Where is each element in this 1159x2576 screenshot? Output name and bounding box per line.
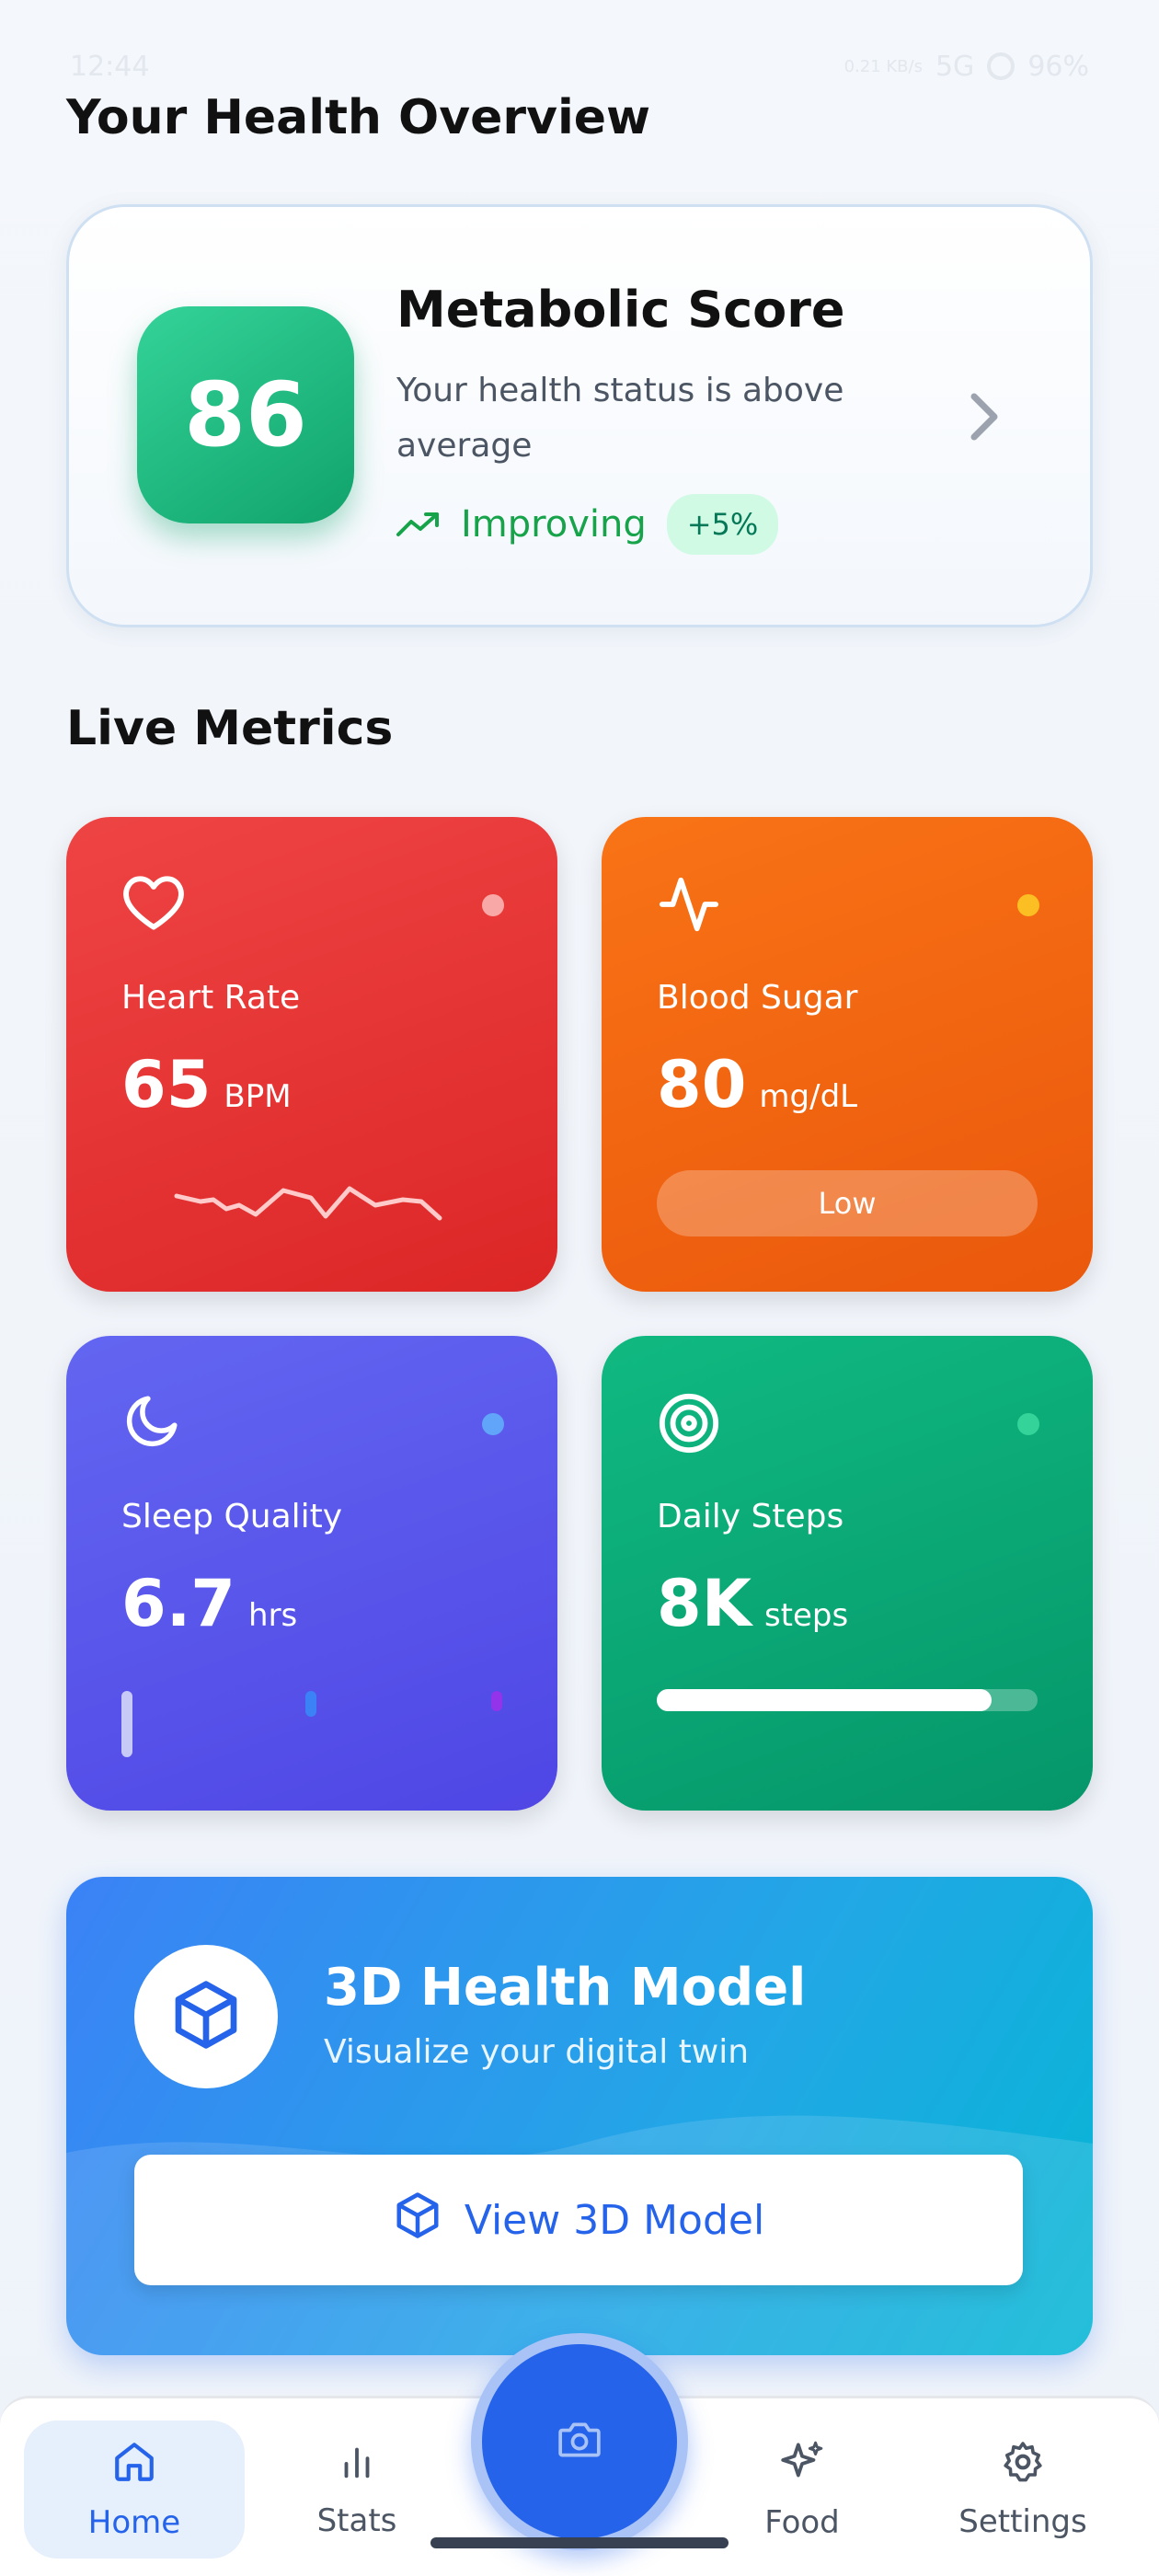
nav-label: Stats (316, 2501, 397, 2539)
trend-change-badge: +5% (666, 494, 779, 555)
status-time: 12:44 (70, 50, 150, 83)
nav-label: Home (87, 2503, 181, 2541)
chevron-right-icon[interactable] (965, 391, 1002, 446)
blood-sugar-card[interactable]: Blood Sugar 80 mg/dL Low (602, 817, 1093, 1292)
status-dot (1017, 894, 1039, 916)
sleep-quality-card[interactable]: Sleep Quality 6.7 hrs (66, 1336, 557, 1811)
metric-unit: hrs (248, 1597, 298, 1634)
blood-sugar-status-badge: Low (657, 1170, 1038, 1236)
home-indicator[interactable] (430, 2537, 729, 2548)
metric-label: Heart Rate (121, 979, 301, 1017)
metric-unit: steps (763, 1597, 849, 1634)
nav-item-settings[interactable]: Settings (912, 2421, 1133, 2559)
status-dot (482, 1413, 504, 1435)
sparkles-icon (779, 2439, 825, 2493)
live-metrics-title: Live Metrics (66, 701, 394, 756)
status-icons: 0.21 KB/s 5G 96% (844, 51, 1089, 83)
metric-value: 80 (657, 1047, 747, 1122)
model-title: 3D Health Model (324, 1958, 807, 2018)
metric-unit: mg/dL (759, 1078, 858, 1115)
metabolic-title: Metabolic Score (396, 281, 845, 339)
cube-icon (169, 1978, 243, 2055)
metabolic-description: Your health status is above average (396, 372, 844, 465)
network-type: 5G (935, 50, 975, 83)
daily-steps-card[interactable]: Daily Steps 8K steps (602, 1336, 1093, 1811)
metric-value: 65 (121, 1047, 212, 1122)
metric-value: 6.7 (121, 1566, 236, 1641)
metric-unit: BPM (224, 1078, 292, 1115)
trend-label: Improving (461, 503, 647, 546)
view-3d-model-button[interactable]: View 3D Model (134, 2155, 1023, 2285)
cube-icon (393, 2191, 442, 2250)
nav-label: Food (764, 2503, 840, 2541)
model-icon-circle (134, 1945, 278, 2088)
gear-icon (1001, 2440, 1045, 2492)
activity-icon (657, 872, 721, 940)
sleep-stage-bars (121, 1685, 502, 1759)
moon-icon (121, 1391, 182, 1455)
metric-value-row: 65 BPM (121, 1047, 292, 1122)
model-subtitle: Visualize your digital twin (324, 2033, 750, 2071)
network-speed: 0.21 KB/s (843, 56, 923, 76)
camera-icon (557, 2420, 602, 2464)
battery-icon (987, 52, 1016, 80)
heart-rate-card[interactable]: Heart Rate 65 BPM (66, 817, 557, 1292)
bar-chart-icon (336, 2441, 378, 2491)
metabolic-score-badge: 86 (137, 306, 354, 523)
metric-value-row: 8K steps (657, 1566, 848, 1641)
target-icon (657, 1391, 721, 1459)
health-model-card: 3D Health Model Visualize your digital t… (66, 1877, 1093, 2355)
metric-label: Sleep Quality (121, 1498, 343, 1535)
battery-level: 96% (1027, 50, 1089, 83)
home-icon (111, 2439, 157, 2493)
steps-progress-bar (657, 1689, 1038, 1711)
page-title: Your Health Overview (66, 90, 651, 145)
trend-row: Improving +5% (396, 494, 779, 555)
view-3d-model-label: View 3D Model (464, 2196, 765, 2244)
sleep-bar (121, 1691, 132, 1757)
metric-label: Blood Sugar (657, 979, 858, 1017)
trending-up-icon (396, 511, 441, 538)
metric-value-row: 80 mg/dL (657, 1047, 857, 1122)
nav-label: Settings (958, 2502, 1087, 2540)
heart-rate-sparkline (174, 1186, 442, 1221)
status-dot (482, 894, 504, 916)
heart-icon (121, 872, 186, 935)
sleep-bar (491, 1691, 502, 1711)
steps-progress-fill (657, 1689, 993, 1711)
metric-label: Daily Steps (657, 1498, 844, 1535)
nav-item-home[interactable]: Home (24, 2421, 245, 2559)
status-dot (1017, 1413, 1039, 1435)
metric-value: 8K (657, 1566, 752, 1641)
status-bar: 12:44 0.21 KB/s 5G 96% (70, 48, 1089, 85)
camera-button[interactable] (471, 2333, 688, 2550)
metabolic-score-card[interactable]: 86 Metabolic Score Your health status is… (66, 204, 1093, 627)
metric-value-row: 6.7 hrs (121, 1566, 297, 1641)
sleep-bar (305, 1691, 316, 1717)
